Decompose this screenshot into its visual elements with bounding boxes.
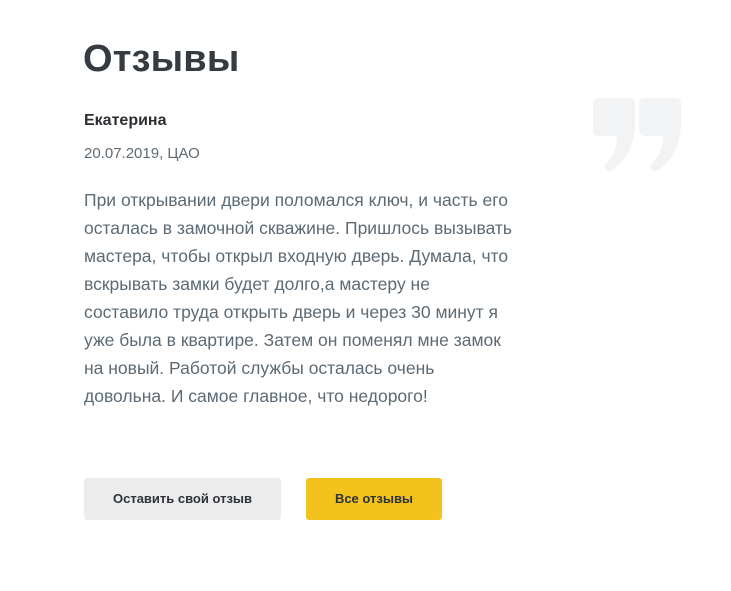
review-text: При открывании двери поломался ключ, и ч… [84, 190, 513, 406]
reviewer-name: Екатерина [84, 112, 167, 129]
review-date-district: 20.07.2019, ЦАО [84, 145, 200, 162]
all-reviews-button[interactable]: Все отзывы [306, 478, 442, 520]
reviews-section: Отзывы Екатерина 20.07.2019, ЦАО При отк… [0, 0, 731, 591]
leave-review-button[interactable]: Оставить свой отзыв [84, 478, 281, 520]
page-title: Отзывы [83, 38, 240, 80]
quote-mark-icon [593, 98, 681, 172]
